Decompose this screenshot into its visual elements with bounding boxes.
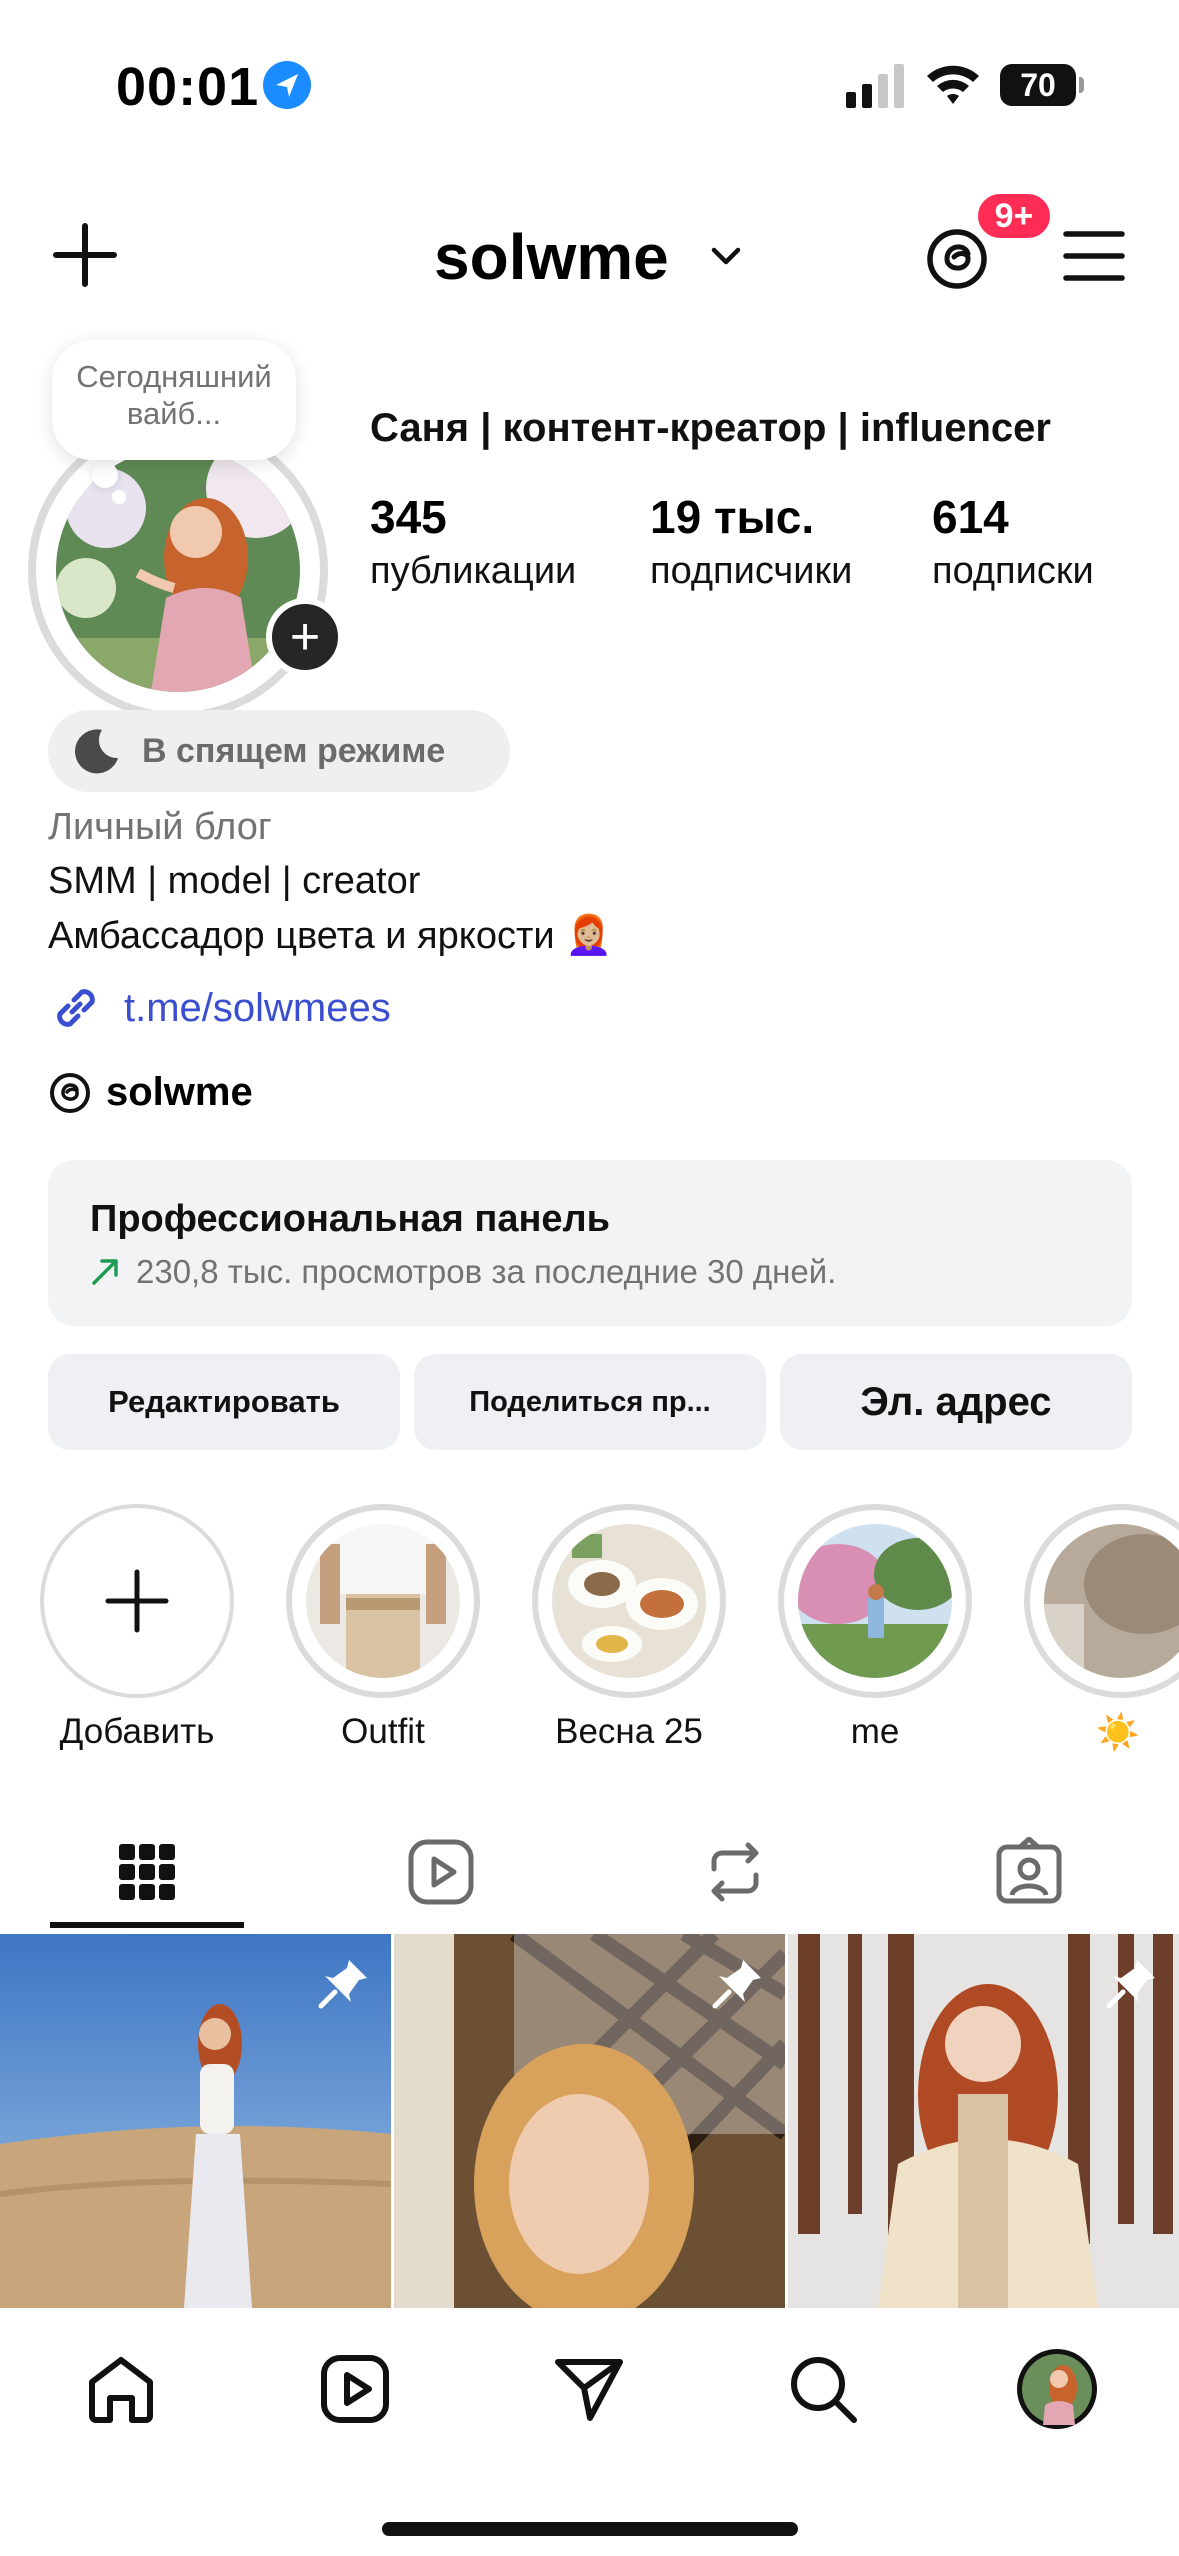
send-icon	[555, 2359, 623, 2421]
stat-following-value: 614	[932, 491, 1009, 543]
stat-followers[interactable]: 19 тыс. подписчики	[650, 490, 852, 593]
note-bubble-dot	[92, 462, 118, 488]
highlight-label: Outfit	[341, 1712, 425, 1751]
pro-panel-subtitle-row: 230,8 тыс. просмотров за последние 30 дн…	[90, 1253, 1090, 1291]
posts-grid	[0, 1934, 1179, 2308]
reels-icon	[321, 2355, 389, 2423]
profile-avatar[interactable]: +	[28, 420, 344, 720]
search-icon	[791, 2357, 857, 2423]
plus-icon[interactable]	[50, 220, 120, 290]
highlight-me[interactable]: me	[778, 1504, 972, 1752]
note-bubble[interactable]: Сегодняшний вайб...	[52, 340, 296, 460]
pin-icon	[318, 1960, 367, 2009]
post-thumbnail[interactable]	[0, 1934, 391, 2308]
profile-avatar-icon	[1017, 2349, 1097, 2429]
status-bar: 00:01 70	[0, 0, 1179, 170]
stat-posts[interactable]: 345 публикации	[370, 490, 576, 593]
nav-home[interactable]	[76, 2344, 166, 2434]
home-indicator	[382, 2522, 798, 2536]
highlight-label: Добавить	[59, 1712, 215, 1751]
tab-grid[interactable]	[50, 1820, 244, 1924]
profile-display-title: Саня | контент-креатор | influencer	[370, 406, 1051, 450]
avatar-image	[56, 448, 300, 692]
trend-up-arrow-icon	[92, 1259, 118, 1285]
battery-indicator: 70	[1000, 64, 1084, 106]
highlight-add[interactable]: Добавить	[40, 1504, 234, 1752]
home-icon	[89, 2357, 153, 2423]
bio-line: Амбассадор цвета и яркости 👩🏼‍🦰	[48, 915, 613, 957]
highlight-outfit[interactable]: Outfit	[286, 1504, 480, 1752]
stat-posts-value: 345	[370, 491, 447, 543]
pin-icon	[712, 1960, 761, 2009]
highlight-cover	[1044, 1524, 1179, 1678]
pin-icon	[1106, 1960, 1155, 2009]
stat-followers-label: подписчики	[650, 550, 853, 592]
profile-category: Личный блог	[48, 806, 272, 848]
status-time: 00:01	[116, 57, 260, 117]
profile-tabs	[0, 1820, 1179, 1930]
tab-reposts[interactable]	[638, 1820, 832, 1924]
notification-badge: 9+	[974, 190, 1054, 242]
highlight-label: ☀️	[1096, 1713, 1140, 1752]
moon-icon	[75, 729, 118, 774]
highlight-ring	[532, 1504, 726, 1698]
menu-icon[interactable]	[1062, 226, 1126, 286]
highlight-sun[interactable]: ☀️	[1024, 1504, 1179, 1753]
wifi-icon	[927, 65, 979, 104]
note-bubble-dot-small	[112, 490, 126, 504]
cellular-signal-icon	[846, 64, 904, 108]
post-thumbnail[interactable]	[394, 1934, 785, 2308]
highlight-ring	[1024, 1504, 1179, 1698]
share-profile-button[interactable]: Поделиться пр...	[414, 1354, 766, 1450]
highlight-ring	[286, 1504, 480, 1698]
reels-icon	[408, 1839, 474, 1905]
stat-posts-label: публикации	[370, 550, 577, 592]
highlight-ring	[40, 1504, 234, 1698]
highlight-label: me	[850, 1712, 900, 1751]
chevron-down-icon[interactable]	[706, 236, 746, 276]
pro-panel-title: Профессиональная панель	[90, 1198, 611, 1240]
bio-line: SMM | model | creator	[48, 860, 421, 902]
post-thumbnail[interactable]	[788, 1934, 1179, 2308]
location-arrow-icon	[263, 61, 311, 109]
reposts-icon	[711, 1842, 759, 1902]
threads-icon[interactable]	[924, 226, 990, 292]
highlight-cover	[306, 1524, 460, 1678]
stat-following[interactable]: 614 подписки	[932, 490, 1094, 593]
nav-profile[interactable]	[1012, 2344, 1102, 2434]
tab-reels[interactable]	[344, 1820, 538, 1924]
nav-reels[interactable]	[310, 2344, 400, 2434]
tagged-icon	[996, 1837, 1062, 1904]
threads-handle: solwme	[106, 1070, 253, 1114]
status-pill[interactable]: В спящем режиме	[48, 710, 510, 792]
threads-icon	[50, 1072, 90, 1113]
pro-panel-subtitle: 230,8 тыс. просмотров за последние 30 дн…	[136, 1253, 837, 1290]
nav-messages[interactable]	[544, 2344, 634, 2434]
edit-profile-button[interactable]: Редактировать	[48, 1354, 400, 1450]
status-text: В спящем режиме	[142, 731, 446, 770]
nav-search[interactable]	[778, 2344, 868, 2434]
bottom-navigation	[0, 2308, 1179, 2556]
email-button[interactable]: Эл. адрес	[780, 1354, 1132, 1450]
link-icon	[57, 989, 95, 1027]
plus-icon	[105, 1569, 169, 1633]
username-switcher[interactable]: solwme	[434, 220, 669, 294]
link-text[interactable]: t.me/solwmees	[124, 986, 391, 1031]
grid-icon	[119, 1844, 175, 1900]
profile-header: solwme 9+	[0, 190, 1179, 310]
highlight-cover	[798, 1524, 952, 1678]
stat-following-label: подписки	[932, 550, 1094, 592]
active-tab-indicator	[50, 1922, 244, 1928]
professional-dashboard[interactable]: Профессиональная панель 230,8 тыс. просм…	[48, 1160, 1132, 1326]
highlight-spring[interactable]: Весна 25	[532, 1504, 726, 1752]
add-story-button[interactable]: +	[266, 598, 344, 676]
profile-link[interactable]: t.me/solwmees	[48, 980, 391, 1036]
highlight-ring	[778, 1504, 972, 1698]
stat-followers-value: 19 тыс.	[650, 491, 815, 543]
highlight-cover	[552, 1524, 706, 1678]
highlight-label: Весна 25	[555, 1712, 703, 1751]
tab-tagged[interactable]	[932, 1820, 1126, 1924]
threads-profile-link[interactable]: solwme	[48, 1070, 253, 1115]
